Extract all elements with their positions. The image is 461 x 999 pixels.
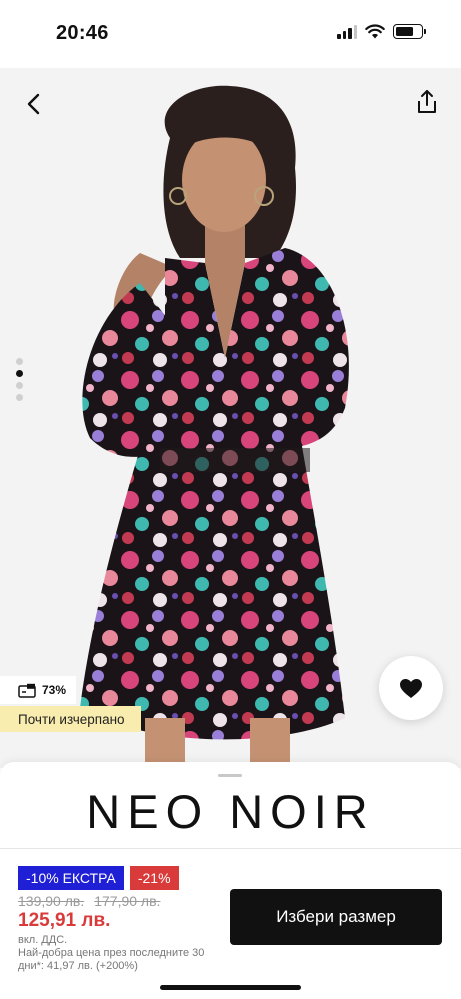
sheet-grabber[interactable]: [218, 774, 242, 777]
original-price: 177,90 лв.: [94, 893, 161, 909]
bag-size-icon: [18, 683, 36, 698]
back-button[interactable]: [18, 88, 50, 120]
pagination-dot-active[interactable]: [16, 370, 23, 377]
divider: [0, 848, 461, 849]
pagination-dot[interactable]: [16, 358, 23, 365]
share-button[interactable]: [409, 84, 445, 120]
status-time: 20:46: [56, 22, 109, 44]
extra-discount-badge: -10% ЕКСТРА: [18, 866, 124, 890]
image-pagination: [16, 358, 23, 401]
discount-badges: -10% ЕКСТРА -21%: [18, 866, 179, 890]
pagination-dot[interactable]: [16, 394, 23, 401]
stock-indicator: 73%: [0, 676, 77, 704]
status-icons: [337, 24, 426, 39]
product-info-sheet: NEO NOIR -10% ЕКСТРА -21% 139,90 лв. 177…: [0, 762, 461, 999]
heart-icon: [400, 678, 422, 698]
discount-badge: -21%: [129, 866, 179, 890]
chevron-left-icon: [27, 93, 40, 115]
share-icon: [418, 90, 436, 113]
old-prices: 139,90 лв. 177,90 лв.: [18, 893, 160, 909]
pagination-dot[interactable]: [16, 382, 23, 389]
low-stock-label: Почти изчерпано: [0, 706, 141, 732]
product-image[interactable]: 73% Почти изчерпано: [0, 68, 461, 768]
stock-percent: 73%: [42, 683, 67, 697]
brand-name[interactable]: NEO NOIR: [0, 784, 461, 839]
current-price: 125,91 лв.: [18, 910, 111, 931]
home-indicator[interactable]: [160, 985, 301, 990]
choose-size-button[interactable]: Избери размер: [230, 889, 442, 945]
old-price: 139,90 лв.: [18, 893, 85, 909]
wishlist-button[interactable]: [379, 656, 443, 720]
status-bar: 20:46: [0, 0, 461, 68]
cellular-signal-icon: [337, 24, 357, 39]
lowest-price-note: Най-добра цена през последните 30 дни*: …: [18, 947, 205, 972]
wifi-icon: [365, 24, 385, 39]
vat-note: вкл. ДДС.: [18, 934, 68, 946]
battery-icon: [393, 24, 426, 39]
